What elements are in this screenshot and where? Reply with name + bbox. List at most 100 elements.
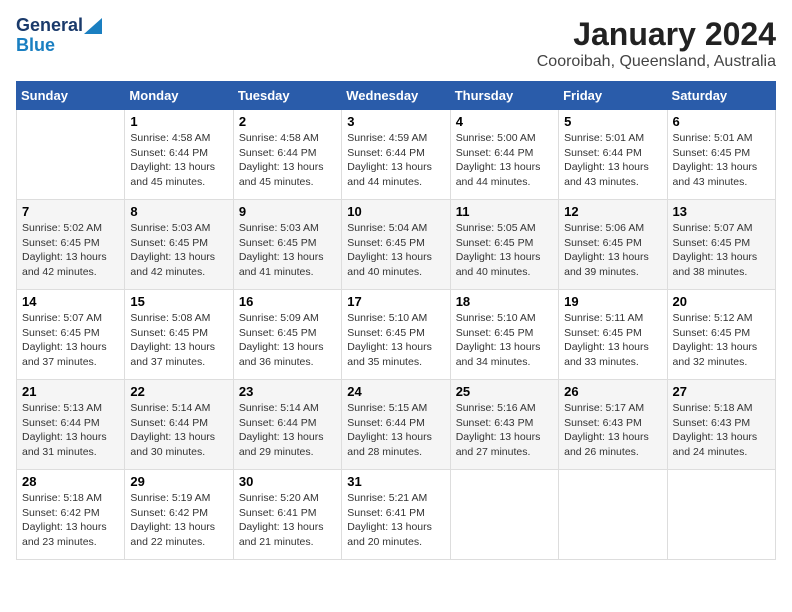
day-info: Sunrise: 5:10 AM Sunset: 6:45 PM Dayligh…	[347, 311, 444, 370]
day-number: 15	[130, 294, 227, 309]
calendar-cell: 12 Sunrise: 5:06 AM Sunset: 6:45 PM Dayli…	[559, 200, 667, 290]
calendar-cell: 27 Sunrise: 5:18 AM Sunset: 6:43 PM Dayli…	[667, 380, 775, 470]
day-info: Sunrise: 5:03 AM Sunset: 6:45 PM Dayligh…	[239, 221, 336, 280]
day-info: Sunrise: 4:58 AM Sunset: 6:44 PM Dayligh…	[130, 131, 227, 190]
calendar-cell: 28 Sunrise: 5:18 AM Sunset: 6:42 PM Dayli…	[17, 470, 125, 560]
day-number: 9	[239, 204, 336, 219]
title-area: January 2024 Cooroibah, Queensland, Aust…	[537, 16, 776, 71]
day-info: Sunrise: 5:03 AM Sunset: 6:45 PM Dayligh…	[130, 221, 227, 280]
day-info: Sunrise: 5:04 AM Sunset: 6:45 PM Dayligh…	[347, 221, 444, 280]
col-header-saturday: Saturday	[667, 82, 775, 110]
calendar-cell: 16 Sunrise: 5:09 AM Sunset: 6:45 PM Dayli…	[233, 290, 341, 380]
day-info: Sunrise: 5:01 AM Sunset: 6:44 PM Dayligh…	[564, 131, 661, 190]
logo: General Blue	[16, 16, 102, 56]
calendar-cell: 26 Sunrise: 5:17 AM Sunset: 6:43 PM Dayli…	[559, 380, 667, 470]
day-number: 27	[673, 384, 770, 399]
day-number: 6	[673, 114, 770, 129]
day-number: 20	[673, 294, 770, 309]
header: General Blue January 2024 Cooroibah, Que…	[16, 16, 776, 71]
day-number: 31	[347, 474, 444, 489]
col-header-monday: Monday	[125, 82, 233, 110]
calendar-cell	[450, 470, 558, 560]
day-number: 4	[456, 114, 553, 129]
calendar-cell: 31Sunrise: 5:21 AM Sunset: 6:41 PM Dayli…	[342, 470, 450, 560]
col-header-wednesday: Wednesday	[342, 82, 450, 110]
day-info: Sunrise: 5:12 AM Sunset: 6:45 PM Dayligh…	[673, 311, 770, 370]
calendar-cell	[559, 470, 667, 560]
day-info: Sunrise: 5:02 AM Sunset: 6:45 PM Dayligh…	[22, 221, 119, 280]
calendar-cell: 4Sunrise: 5:00 AM Sunset: 6:44 PM Daylig…	[450, 110, 558, 200]
day-number: 11	[456, 204, 553, 219]
day-number: 29	[130, 474, 227, 489]
calendar-cell: 9 Sunrise: 5:03 AM Sunset: 6:45 PM Daylig…	[233, 200, 341, 290]
day-number: 26	[564, 384, 661, 399]
col-header-tuesday: Tuesday	[233, 82, 341, 110]
calendar-cell: 8 Sunrise: 5:03 AM Sunset: 6:45 PM Daylig…	[125, 200, 233, 290]
calendar-cell: 1 Sunrise: 4:58 AM Sunset: 6:44 PM Daylig…	[125, 110, 233, 200]
calendar-cell: 25 Sunrise: 5:16 AM Sunset: 6:43 PM Dayli…	[450, 380, 558, 470]
week-row-1: 1 Sunrise: 4:58 AM Sunset: 6:44 PM Daylig…	[17, 110, 776, 200]
calendar-cell: 10 Sunrise: 5:04 AM Sunset: 6:45 PM Dayli…	[342, 200, 450, 290]
logo-icon	[84, 18, 102, 34]
calendar-cell	[17, 110, 125, 200]
day-info: Sunrise: 5:17 AM Sunset: 6:43 PM Dayligh…	[564, 401, 661, 460]
day-info: Sunrise: 5:15 AM Sunset: 6:44 PM Dayligh…	[347, 401, 444, 460]
day-info: Sunrise: 5:10 AM Sunset: 6:45 PM Dayligh…	[456, 311, 553, 370]
calendar-cell: 20 Sunrise: 5:12 AM Sunset: 6:45 PM Dayli…	[667, 290, 775, 380]
day-number: 12	[564, 204, 661, 219]
day-info: Sunrise: 5:06 AM Sunset: 6:45 PM Dayligh…	[564, 221, 661, 280]
day-number: 5	[564, 114, 661, 129]
day-number: 24	[347, 384, 444, 399]
day-info: Sunrise: 5:11 AM Sunset: 6:45 PM Dayligh…	[564, 311, 661, 370]
week-row-5: 28 Sunrise: 5:18 AM Sunset: 6:42 PM Dayli…	[17, 470, 776, 560]
day-number: 28	[22, 474, 119, 489]
day-number: 25	[456, 384, 553, 399]
day-info: Sunrise: 5:09 AM Sunset: 6:45 PM Dayligh…	[239, 311, 336, 370]
day-number: 7	[22, 204, 119, 219]
day-info: Sunrise: 5:14 AM Sunset: 6:44 PM Dayligh…	[130, 401, 227, 460]
week-row-3: 14 Sunrise: 5:07 AM Sunset: 6:45 PM Dayli…	[17, 290, 776, 380]
calendar-cell: 21Sunrise: 5:13 AM Sunset: 6:44 PM Dayli…	[17, 380, 125, 470]
calendar-table: SundayMondayTuesdayWednesdayThursdayFrid…	[16, 81, 776, 560]
day-number: 2	[239, 114, 336, 129]
day-number: 30	[239, 474, 336, 489]
calendar-cell: 17Sunrise: 5:10 AM Sunset: 6:45 PM Dayli…	[342, 290, 450, 380]
calendar-cell: 15 Sunrise: 5:08 AM Sunset: 6:45 PM Dayli…	[125, 290, 233, 380]
day-info: Sunrise: 5:05 AM Sunset: 6:45 PM Dayligh…	[456, 221, 553, 280]
day-info: Sunrise: 5:18 AM Sunset: 6:43 PM Dayligh…	[673, 401, 770, 460]
day-info: Sunrise: 5:07 AM Sunset: 6:45 PM Dayligh…	[22, 311, 119, 370]
day-info: Sunrise: 5:01 AM Sunset: 6:45 PM Dayligh…	[673, 131, 770, 190]
page-title: January 2024	[537, 16, 776, 53]
col-header-friday: Friday	[559, 82, 667, 110]
day-number: 1	[130, 114, 227, 129]
day-info: Sunrise: 5:18 AM Sunset: 6:42 PM Dayligh…	[22, 491, 119, 550]
day-number: 8	[130, 204, 227, 219]
calendar-cell: 7 Sunrise: 5:02 AM Sunset: 6:45 PM Daylig…	[17, 200, 125, 290]
day-info: Sunrise: 4:59 AM Sunset: 6:44 PM Dayligh…	[347, 131, 444, 190]
day-info: Sunrise: 5:14 AM Sunset: 6:44 PM Dayligh…	[239, 401, 336, 460]
calendar-cell: 14 Sunrise: 5:07 AM Sunset: 6:45 PM Dayli…	[17, 290, 125, 380]
col-header-thursday: Thursday	[450, 82, 558, 110]
day-number: 10	[347, 204, 444, 219]
calendar-cell: 11 Sunrise: 5:05 AM Sunset: 6:45 PM Dayli…	[450, 200, 558, 290]
day-number: 16	[239, 294, 336, 309]
calendar-cell: 22Sunrise: 5:14 AM Sunset: 6:44 PM Dayli…	[125, 380, 233, 470]
calendar-cell: 29Sunrise: 5:19 AM Sunset: 6:42 PM Dayli…	[125, 470, 233, 560]
col-header-sunday: Sunday	[17, 82, 125, 110]
day-info: Sunrise: 5:08 AM Sunset: 6:45 PM Dayligh…	[130, 311, 227, 370]
day-number: 19	[564, 294, 661, 309]
calendar-cell: 19 Sunrise: 5:11 AM Sunset: 6:45 PM Dayli…	[559, 290, 667, 380]
day-info: Sunrise: 5:20 AM Sunset: 6:41 PM Dayligh…	[239, 491, 336, 550]
logo-blue: Blue	[16, 36, 102, 56]
page-subtitle: Cooroibah, Queensland, Australia	[537, 53, 776, 71]
calendar-cell: 2 Sunrise: 4:58 AM Sunset: 6:44 PM Daylig…	[233, 110, 341, 200]
day-number: 3	[347, 114, 444, 129]
calendar-cell	[667, 470, 775, 560]
calendar-cell: 23Sunrise: 5:14 AM Sunset: 6:44 PM Dayli…	[233, 380, 341, 470]
day-info: Sunrise: 5:13 AM Sunset: 6:44 PM Dayligh…	[22, 401, 119, 460]
day-info: Sunrise: 4:58 AM Sunset: 6:44 PM Dayligh…	[239, 131, 336, 190]
calendar-cell: 6 Sunrise: 5:01 AM Sunset: 6:45 PM Daylig…	[667, 110, 775, 200]
day-info: Sunrise: 5:07 AM Sunset: 6:45 PM Dayligh…	[673, 221, 770, 280]
day-info: Sunrise: 5:16 AM Sunset: 6:43 PM Dayligh…	[456, 401, 553, 460]
day-number: 14	[22, 294, 119, 309]
